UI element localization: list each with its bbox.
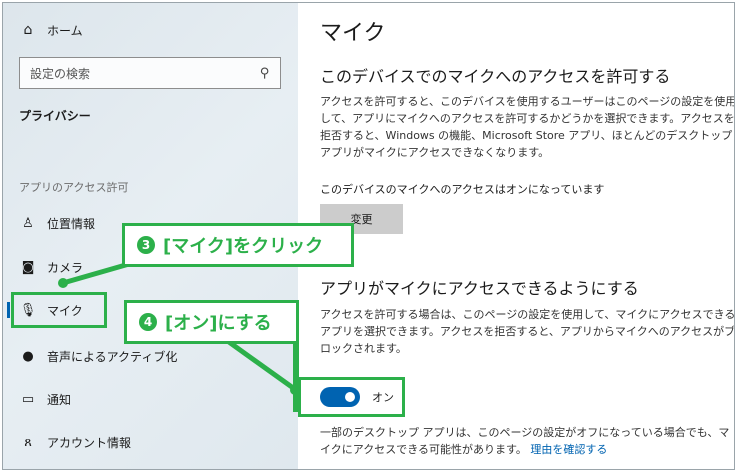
toggle-knob (345, 392, 355, 402)
callout-step-3: 3 [マイク]をクリック (122, 223, 354, 267)
sidebar-item-label: アカウント情報 (47, 435, 132, 450)
device-access-heading: このデバイスでのマイクへのアクセスを許可する (320, 67, 671, 86)
step-3-number: 3 (137, 236, 155, 254)
privacy-heading: プライバシー (19, 109, 91, 123)
notification-icon: ▭ (21, 391, 35, 407)
step-3-text: [マイク]をクリック (163, 236, 324, 257)
main-content: マイク このデバイスでのマイクへのアクセスを許可する アクセスを許可すると、この… (298, 3, 734, 469)
sidebar-item-account-info[interactable]: ጸ アカウント情報 (3, 424, 298, 460)
sidebar-item-notifications[interactable]: ▭ 通知 (3, 381, 298, 417)
home-label: ホーム (47, 23, 83, 38)
callout-dot-4 (290, 385, 300, 395)
sidebar-item-label: 通知 (47, 392, 72, 407)
search-placeholder: 設定の検索 (30, 66, 91, 81)
step-4-number: 4 (139, 313, 157, 331)
toggle-label: オン (372, 391, 394, 404)
voice-icon: ● (22, 348, 34, 364)
learn-why-link[interactable]: 理由を確認する (530, 443, 607, 456)
callout-step-4: 4 [オン]にする (124, 300, 299, 344)
search-icon: ⚲ (260, 65, 270, 81)
desktop-apps-note: 一部のデスクトップ アプリは、このページの設定がオフになっている場合でも、マイク… (320, 424, 730, 458)
camera-icon: ◙ (21, 259, 35, 275)
app-permissions-heading: アプリのアクセス許可 (19, 181, 129, 194)
app-access-toggle[interactable] (320, 387, 360, 407)
page-title: マイク (320, 21, 386, 46)
search-input[interactable]: 設定の検索 ⚲ (19, 57, 281, 89)
account-info-icon: ጸ (24, 434, 32, 450)
desktop-apps-note-text: 一部のデスクトップ アプリは、このページの設定がオフになっている場合でも、マイク… (320, 426, 730, 456)
microphone-highlight-box (11, 292, 107, 328)
home-nav[interactable]: ⌂ ホーム (19, 19, 83, 41)
app-access-heading: アプリがマイクにアクセスできるようにする (320, 279, 639, 298)
device-access-status: このデバイスのマイクへのアクセスはオンになっています (320, 183, 605, 196)
location-icon: ♙ (22, 215, 34, 231)
callout-dot-3 (58, 278, 68, 288)
device-access-description: アクセスを許可すると、このデバイスを使用するユーザーはこのページの設定を使用して… (320, 95, 735, 159)
app-access-description: アクセスを許可する場合は、このページの設定を使用して、マイクにアクセスできるアプ… (320, 308, 735, 355)
toggle-highlight-box: オン (298, 377, 405, 417)
settings-window: ⌂ ホーム 設定の検索 ⚲ プライバシー アプリのアクセス許可 ♙ 位置情報 ◙… (2, 2, 735, 470)
step-4-text: [オン]にする (165, 313, 272, 334)
sidebar-item-label: 音声によるアクティブ化 (47, 349, 178, 364)
sidebar-item-label: 位置情報 (47, 216, 96, 231)
sidebar-item-label: カメラ (47, 260, 84, 275)
home-icon: ⌂ (23, 22, 33, 38)
